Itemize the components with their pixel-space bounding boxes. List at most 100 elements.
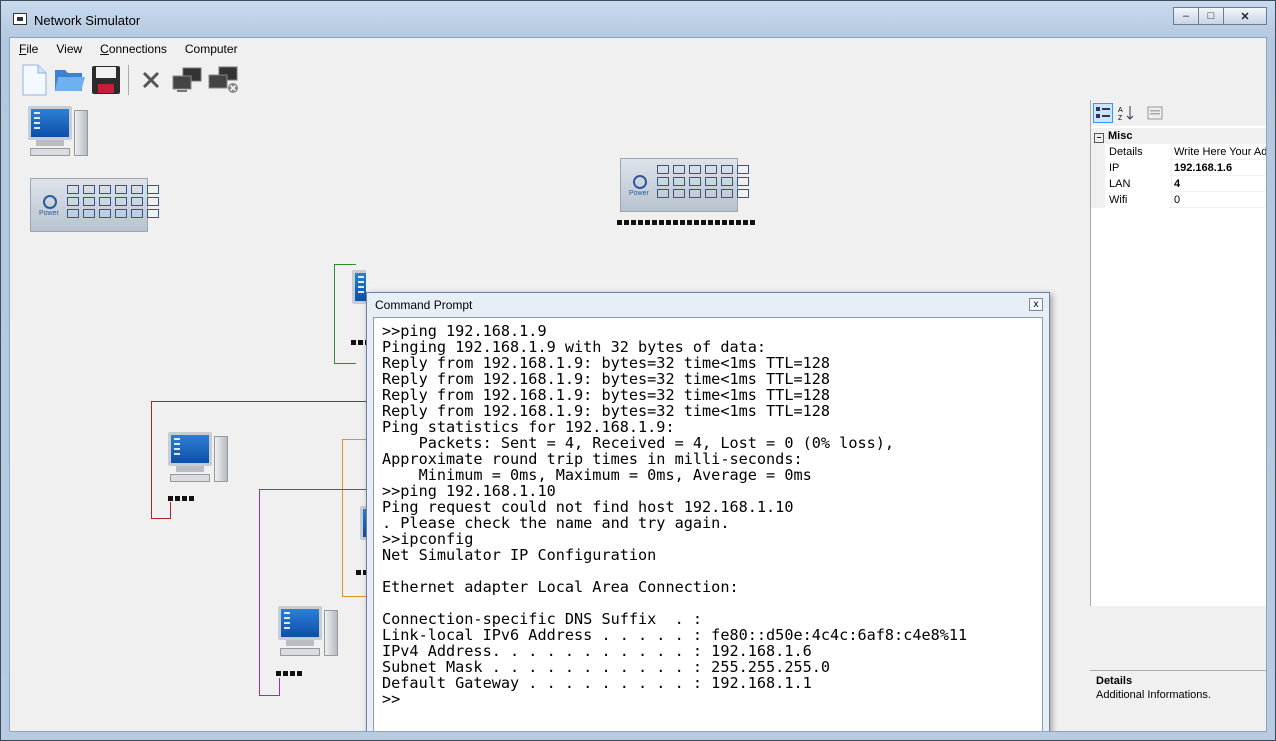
monitor-icon (278, 606, 322, 640)
menu-connections-accelerator: C (100, 42, 109, 56)
connect-computers-icon[interactable] (171, 64, 203, 96)
wire-purple[interactable] (259, 489, 366, 696)
property-description-panel: Details Additional Informations. (1090, 670, 1266, 731)
property-value[interactable]: 192.168.1.6 (1171, 160, 1266, 176)
menu-connections-label: onnections (108, 42, 167, 56)
command-prompt-window[interactable]: Command Prompt x >>ping 192.168.1.9 Pingi… (366, 292, 1050, 731)
property-pages-icon[interactable] (1145, 103, 1165, 123)
save-disk-icon[interactable] (90, 64, 122, 96)
console-line: Approximate round trip times in milli-se… (382, 450, 803, 468)
property-row-details[interactable]: Details Write Here Your Ad (1091, 144, 1266, 160)
maximize-button[interactable]: □ (1198, 7, 1224, 25)
console-line: Reply from 192.168.1.9: bytes=32 time<1m… (382, 370, 831, 388)
power-icon (633, 175, 647, 189)
console-line: Reply from 192.168.1.9: bytes=32 time<1m… (382, 386, 831, 404)
property-value[interactable]: Write Here Your Ad (1171, 144, 1266, 160)
console-line: IPv4 Address. . . . . . . . . . . : 192.… (382, 642, 812, 660)
switch-ports-grid (67, 185, 159, 218)
monitor-icon (28, 106, 72, 140)
computer-node[interactable] (168, 432, 232, 488)
keyboard-icon (280, 648, 320, 656)
monitor-stand (36, 140, 64, 146)
power-icon (43, 195, 57, 209)
keyboard-icon (30, 148, 70, 156)
property-grid: AZ − Misc Details Write Here Your Ad IP 192… (1090, 100, 1266, 606)
console-line: Link-local IPv6 Address . . . . . : fe80… (382, 626, 968, 644)
console-line: Reply from 192.168.1.9: bytes=32 time<1m… (382, 402, 831, 420)
console-line: . Please check the name and try again. (382, 514, 730, 532)
property-row-ip[interactable]: IP 192.168.1.6 (1091, 160, 1266, 176)
command-prompt-close-button[interactable]: x (1029, 298, 1043, 311)
monitor-stand (286, 640, 314, 646)
console-line: >> (382, 690, 401, 708)
categorized-view-icon[interactable] (1093, 103, 1113, 123)
toolbar (10, 60, 1266, 100)
property-row-lan[interactable]: LAN 4 (1091, 176, 1266, 192)
title-bar[interactable]: Network Simulator – □ ✕ (1, 1, 1275, 37)
console-line: Packets: Sent = 4, Received = 4, Lost = … (382, 434, 895, 452)
console-line: Ping request could not find host 192.168… (382, 498, 794, 516)
command-prompt-console[interactable]: >>ping 192.168.1.9 Pinging 192.168.1.9 wi… (373, 317, 1043, 731)
property-row-wifi[interactable]: Wifi 0 (1091, 192, 1266, 208)
console-line: Subnet Mask . . . . . . . . . . . : 255.… (382, 658, 831, 676)
console-line: Ethernet adapter Local Area Connection: (382, 578, 739, 596)
app-network-icon (13, 13, 27, 25)
window-controls: – □ ✕ (1173, 7, 1267, 25)
property-grid-toolbar: AZ (1091, 100, 1266, 126)
property-value[interactable]: 4 (1171, 176, 1266, 192)
delete-x-icon[interactable] (135, 64, 167, 96)
client-area: File View Connections Computer Power Pow… (9, 37, 1267, 732)
property-category-misc[interactable]: − Misc (1091, 128, 1266, 144)
alphabetical-sort-icon[interactable]: AZ (1116, 103, 1136, 123)
minimize-button[interactable]: – (1173, 7, 1199, 25)
switch-ports (617, 220, 755, 225)
close-button[interactable]: ✕ (1223, 7, 1267, 25)
svg-text:Z: Z (1118, 115, 1123, 122)
network-switch[interactable]: Power (30, 178, 159, 232)
switch-power-label: Power (629, 190, 649, 197)
menu-file[interactable]: File (10, 38, 47, 60)
new-document-icon[interactable] (18, 64, 50, 96)
network-switch[interactable]: Power (620, 158, 749, 212)
computer-node-partial[interactable] (356, 506, 366, 562)
toolbar-separator (128, 65, 129, 95)
monitor-icon (352, 270, 366, 304)
menu-view[interactable]: View (47, 38, 91, 60)
disconnect-computers-icon[interactable] (207, 64, 239, 96)
console-line: Net Simulator IP Configuration (382, 546, 657, 564)
property-key: Details (1091, 144, 1169, 160)
computer-node[interactable] (278, 606, 342, 662)
console-line: Minimum = 0ms, Maximum = 0ms, Average = … (382, 466, 812, 484)
keyboard-icon (170, 474, 210, 482)
window-title: Network Simulator (34, 13, 141, 28)
console-line: Connection-specific DNS Suffix . : (382, 610, 703, 628)
computer-node[interactable] (28, 106, 92, 162)
computer-ports (168, 496, 194, 501)
menu-bar: File View Connections Computer (10, 38, 1266, 60)
description-title: Details (1096, 675, 1133, 687)
console-line: >>ping 192.168.1.9 (382, 322, 547, 340)
menu-file-label: ile (26, 42, 39, 56)
wire-purple-tail[interactable] (259, 678, 280, 696)
console-line: Default Gateway . . . . . . . . . : 192.… (382, 674, 812, 692)
description-text: Additional Informations. (1096, 689, 1211, 701)
tower-icon (74, 110, 88, 156)
wire-red-tail[interactable] (151, 502, 171, 519)
open-folder-icon[interactable] (54, 64, 86, 96)
menu-connections[interactable]: Connections (91, 38, 176, 60)
network-canvas[interactable]: Power Power Command Prompt x >>ping 192.… (10, 100, 1088, 731)
collapse-icon[interactable]: − (1094, 133, 1104, 143)
svg-text:A: A (1118, 107, 1123, 114)
monitor-stand (176, 466, 204, 472)
property-value[interactable]: 0 (1171, 192, 1266, 208)
console-line: >>ping 192.168.1.10 (382, 482, 556, 500)
menu-view-label: View (56, 42, 83, 56)
switch-ports-grid (657, 165, 749, 198)
category-label: Misc (1108, 130, 1133, 142)
console-line: Reply from 192.168.1.9: bytes=32 time<1m… (382, 354, 831, 372)
computer-ports (276, 671, 302, 676)
computer-node-partial[interactable] (348, 270, 366, 326)
console-line: Pinging 192.168.1.9 with 32 bytes of dat… (382, 338, 767, 356)
menu-computer[interactable]: Computer (176, 38, 247, 60)
